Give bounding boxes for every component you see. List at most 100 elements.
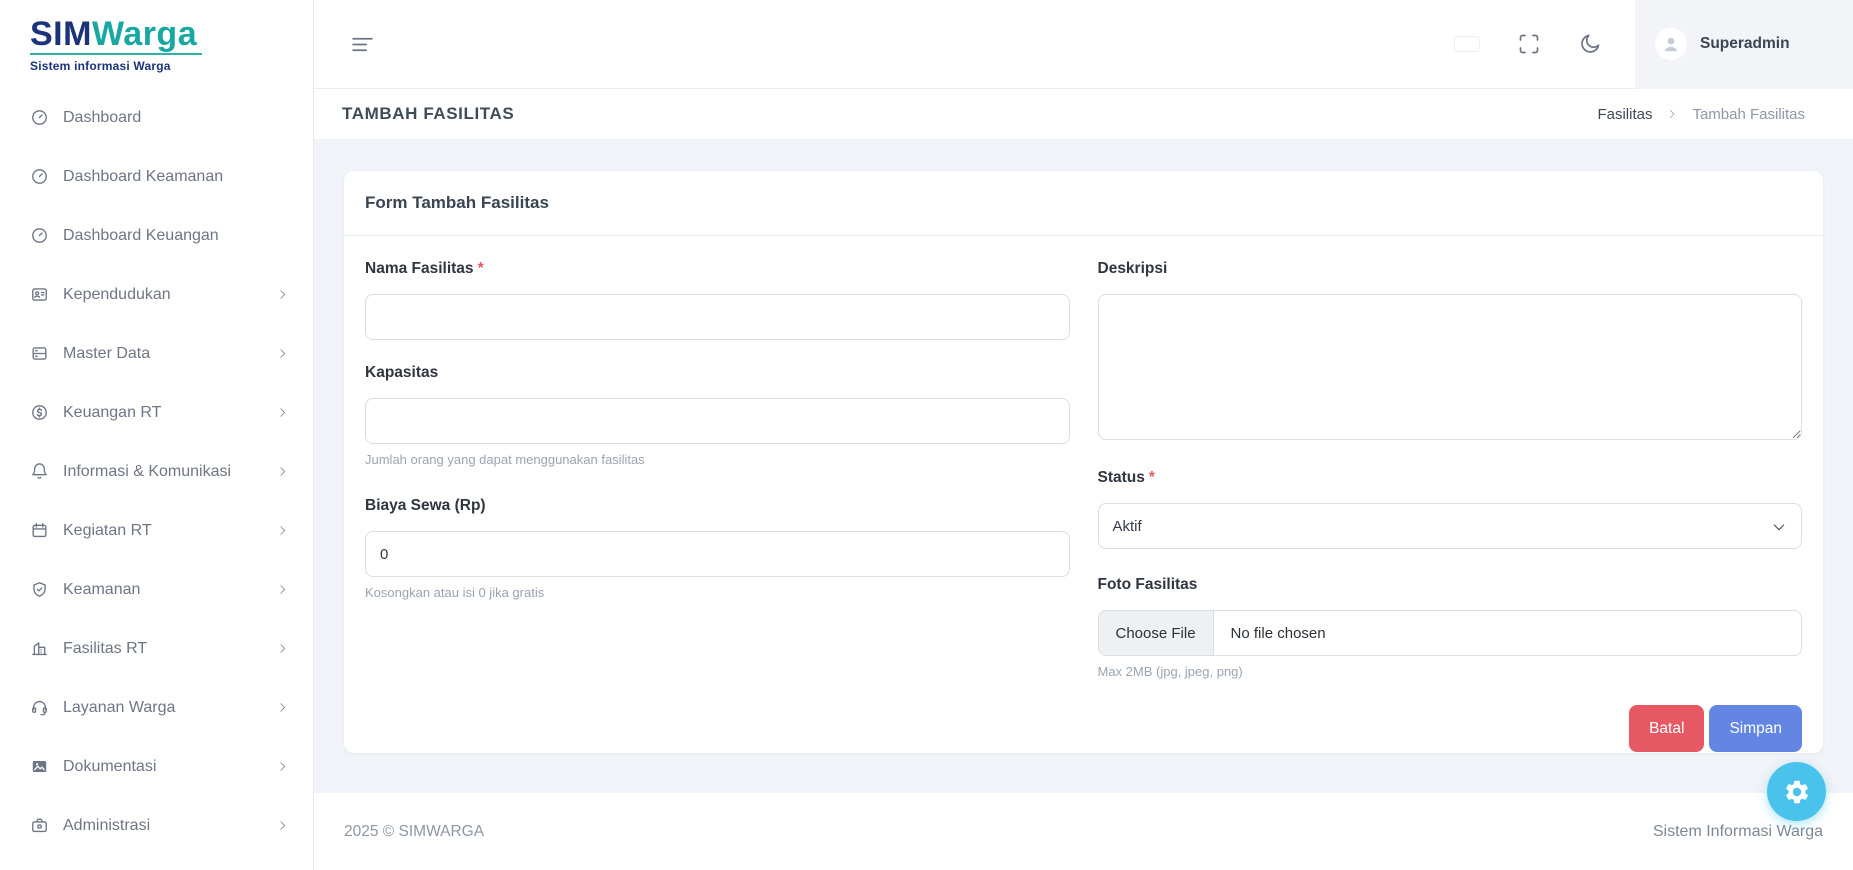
calendar-icon	[30, 521, 49, 540]
form-grid: Nama Fasilitas* Kapasitas Jumlah orang y…	[365, 260, 1802, 679]
logo-brand-suffix: Warga	[92, 15, 197, 53]
indonesia-flag[interactable]	[1454, 36, 1480, 52]
sidebar-item-administrasi[interactable]: Administrasi	[0, 796, 313, 855]
topbar: Superadmin	[314, 0, 1853, 89]
sidebar-item-keamanan[interactable]: Keamanan	[0, 560, 313, 619]
footer-app-name: Sistem Informasi Warga	[1653, 823, 1823, 841]
sidebar-item-keuangan-rt[interactable]: Keuangan RT	[0, 383, 313, 442]
sidebar-item-layanan-warga[interactable]: Layanan Warga	[0, 678, 313, 737]
form-card-header: Form Tambah Fasilitas	[344, 171, 1823, 236]
gauge-icon	[30, 108, 49, 127]
chevron-right-icon	[276, 819, 289, 832]
sidebar-item-master-data[interactable]: Master Data	[0, 324, 313, 383]
chevron-right-icon	[276, 583, 289, 596]
chevron-down-icon	[1771, 519, 1787, 535]
sidebar-item-label: Keuangan RT	[63, 404, 161, 422]
briefcase-icon	[30, 816, 49, 835]
logo-brand-prefix: SIM	[30, 15, 92, 53]
file-chosen-text: No file chosen	[1214, 611, 1326, 655]
deskripsi-label: Deskripsi	[1098, 260, 1803, 278]
field-deskripsi: Deskripsi	[1098, 260, 1803, 445]
sidebar-item-label: Administrasi	[63, 817, 150, 835]
headset-icon	[30, 698, 49, 717]
sidebar-item-dashboard-keuangan[interactable]: Dashboard Keuangan	[0, 206, 313, 265]
sidebar-item-label: Dashboard Keamanan	[63, 168, 223, 186]
foto-helper: Max 2MB (jpg, jpeg, png)	[1098, 664, 1803, 679]
logo-text: SIMWarga	[30, 16, 313, 52]
gauge-icon	[30, 167, 49, 186]
sidebar-item-label: Dashboard Keuangan	[63, 227, 219, 245]
chevron-right-icon	[276, 347, 289, 360]
field-biaya-sewa: Biaya Sewa (Rp) Kosongkan atau isi 0 jik…	[365, 497, 1070, 600]
required-marker: *	[478, 260, 484, 277]
gauge-icon	[30, 226, 49, 245]
chevron-right-icon	[276, 642, 289, 655]
form-right-column: Deskripsi Status* Aktif	[1098, 260, 1803, 679]
sidebar-item-label: Informasi & Komunikasi	[63, 463, 231, 481]
required-marker: *	[1149, 469, 1155, 486]
cancel-button[interactable]: Batal	[1629, 705, 1704, 752]
nama-fasilitas-input[interactable]	[365, 294, 1070, 340]
sidebar-item-dashboard[interactable]: Dashboard	[0, 88, 313, 147]
form-left-column: Nama Fasilitas* Kapasitas Jumlah orang y…	[365, 260, 1070, 679]
chevron-right-icon	[276, 288, 289, 301]
kapasitas-input[interactable]	[365, 398, 1070, 444]
sidebar-item-label: Fasilitas RT	[63, 640, 147, 658]
chevron-right-icon	[276, 524, 289, 537]
foto-file-input[interactable]: Choose File No file chosen	[1098, 610, 1803, 656]
app-logo[interactable]: SIMWarga Sistem informasi Warga	[0, 0, 313, 88]
chevron-right-icon	[276, 701, 289, 714]
sidebar-item-label: Dokumentasi	[63, 758, 156, 776]
bell-icon	[30, 462, 49, 481]
chevron-right-icon	[276, 465, 289, 478]
kapasitas-helper: Jumlah orang yang dapat menggunakan fasi…	[365, 452, 1070, 467]
nama-fasilitas-label: Nama Fasilitas*	[365, 260, 1070, 278]
chevron-right-icon	[276, 760, 289, 773]
logo-underline	[30, 53, 202, 55]
avatar	[1655, 28, 1687, 60]
sidebar-toggle-button[interactable]	[350, 32, 375, 56]
sidebar-item-label: Layanan Warga	[63, 699, 175, 717]
breadcrumb: Fasilitas Tambah Fasilitas	[1597, 106, 1805, 123]
fullscreen-icon[interactable]	[1516, 32, 1541, 57]
form-actions: Batal Simpan	[365, 705, 1802, 752]
foto-fasilitas-label: Foto Fasilitas	[1098, 576, 1803, 594]
field-status: Status* Aktif	[1098, 469, 1803, 549]
sidebar-item-informasi-komunikasi[interactable]: Informasi & Komunikasi	[0, 442, 313, 501]
sidebar-item-dokumentasi[interactable]: Dokumentasi	[0, 737, 313, 796]
form-card-body: Nama Fasilitas* Kapasitas Jumlah orang y…	[344, 236, 1823, 752]
footer: 2025 © SIMWARGA Sistem Informasi Warga	[314, 793, 1853, 870]
sidebar-item-fasilitas-rt[interactable]: Fasilitas RT	[0, 619, 313, 678]
breadcrumb-parent-link[interactable]: Fasilitas	[1597, 106, 1652, 123]
sidebar: SIMWarga Sistem informasi Warga Dashboar…	[0, 0, 314, 870]
content-area: Form Tambah Fasilitas Nama Fasilitas*	[314, 139, 1853, 793]
field-kapasitas: Kapasitas Jumlah orang yang dapat menggu…	[365, 364, 1070, 467]
chevron-right-icon	[1666, 108, 1678, 120]
status-selected-value: Aktif	[1113, 518, 1142, 535]
sidebar-item-kegiatan-rt[interactable]: Kegiatan RT	[0, 501, 313, 560]
sidebar-item-label: Dashboard	[63, 109, 141, 127]
sidebar-item-dashboard-keamanan[interactable]: Dashboard Keamanan	[0, 147, 313, 206]
form-card-title: Form Tambah Fasilitas	[365, 193, 549, 213]
field-nama-fasilitas: Nama Fasilitas*	[365, 260, 1070, 340]
database-icon	[30, 344, 49, 363]
main-area: Superadmin TAMBAH FASILITAS Fasilitas Ta…	[314, 0, 1853, 870]
choose-file-button[interactable]: Choose File	[1099, 611, 1214, 655]
biaya-sewa-helper: Kosongkan atau isi 0 jika gratis	[365, 585, 1070, 600]
user-menu[interactable]: Superadmin	[1635, 0, 1853, 89]
save-button[interactable]: Simpan	[1709, 705, 1802, 752]
sidebar-nav: Dashboard Dashboard Keamanan Dashboard K…	[0, 88, 313, 855]
chevron-right-icon	[276, 406, 289, 419]
status-select[interactable]: Aktif	[1098, 503, 1803, 549]
sidebar-item-label: Master Data	[63, 345, 150, 363]
app-root: SIMWarga Sistem informasi Warga Dashboar…	[0, 0, 1853, 870]
deskripsi-textarea[interactable]	[1098, 294, 1803, 440]
form-card: Form Tambah Fasilitas Nama Fasilitas*	[344, 171, 1823, 753]
kapasitas-label: Kapasitas	[365, 364, 1070, 382]
breadcrumb-current: Tambah Fasilitas	[1692, 106, 1805, 123]
sidebar-item-kependudukan[interactable]: Kependudukan	[0, 265, 313, 324]
sidebar-item-label: Kependudukan	[63, 286, 171, 304]
settings-fab-button[interactable]	[1767, 762, 1826, 821]
biaya-sewa-input[interactable]	[365, 531, 1070, 577]
moon-icon[interactable]	[1577, 32, 1602, 57]
